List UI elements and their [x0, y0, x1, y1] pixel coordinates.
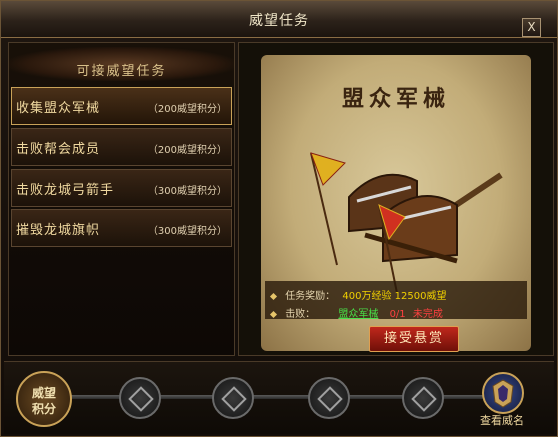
- task-item-defeat-archers[interactable]: 击败龙城弓箭手 （300威望积分）: [11, 169, 232, 207]
- window-title: 威望任务: [249, 13, 309, 29]
- task-points: （300威望积分）: [147, 186, 227, 197]
- defeat-target-link[interactable]: 盟众军械: [338, 309, 378, 320]
- task-name: 摧毁龙城旗帜: [16, 223, 101, 238]
- task-item-destroy-banner[interactable]: 摧毁龙城旗帜 （300威望积分）: [11, 209, 232, 247]
- slot-emblem-icon: [411, 386, 437, 412]
- bottom-bar: 威望 积分 查看威名: [4, 361, 554, 434]
- reward-slot-1[interactable]: [119, 377, 161, 419]
- reward-slot-3[interactable]: [308, 377, 350, 419]
- reward-value: 400万经验 12500威望: [342, 291, 447, 302]
- war-chest-icon: [310, 152, 503, 294]
- reputation-label-bottom: 积分: [31, 402, 56, 416]
- parchment-scroll: 盟众军械 任务奖励： 400万经验 12500威望 击败： 盟众军械 0/1 未…: [261, 55, 531, 352]
- task-name: 收集盟众军械: [16, 101, 101, 116]
- task-name: 击败龙城弓箭手: [16, 183, 115, 198]
- reward-slot-4[interactable]: [402, 377, 444, 419]
- defeat-label: 击败：: [285, 309, 316, 320]
- defeat-row: 击败： 盟众军械 0/1 未完成: [269, 305, 443, 320]
- slot-emblem-icon: [128, 386, 154, 412]
- view-rank-button[interactable]: [482, 372, 524, 414]
- task-points: （200威望积分）: [147, 104, 227, 115]
- task-info-strip: 任务奖励： 400万经验 12500威望 击败： 盟众军械 0/1 未完成: [265, 281, 527, 320]
- task-list-header: 可接威望任务: [9, 47, 234, 81]
- reputation-label-top: 威望: [31, 386, 56, 400]
- task-points: （300威望积分）: [147, 226, 227, 237]
- task-detail-panel: 盟众军械 任务奖励： 400万经验 12500威望 击败： 盟众军械 0/1 未…: [238, 42, 554, 356]
- task-item-collect-arms[interactable]: 收集盟众军械 （200威望积分）: [11, 87, 232, 125]
- view-rank-label[interactable]: 查看威名: [468, 412, 536, 428]
- title-bar[interactable]: 威望任务 X: [1, 1, 557, 38]
- crest-icon: [492, 379, 514, 408]
- reward-label: 任务奖励：: [285, 291, 336, 302]
- prestige-task-window: 威望任务 X 可接威望任务 收集盟众军械 （200威望积分） 击败帮会成员 （2…: [0, 0, 558, 437]
- defeat-progress: 0/1: [389, 309, 406, 320]
- bullet-icon: [269, 310, 278, 318]
- slot-emblem-icon: [317, 386, 343, 412]
- task-list-panel: 可接威望任务 收集盟众军械 （200威望积分） 击败帮会成员 （200威望积分）…: [8, 42, 235, 356]
- task-list-header-text: 可接威望任务: [76, 64, 167, 79]
- defeat-status: 未完成: [412, 309, 443, 320]
- close-button[interactable]: X: [522, 18, 541, 37]
- reward-slot-2[interactable]: [212, 377, 254, 419]
- slot-emblem-icon: [221, 386, 247, 412]
- bullet-icon: [269, 292, 278, 300]
- reputation-points-button[interactable]: 威望 积分: [16, 371, 72, 427]
- task-points: （200威望积分）: [147, 145, 227, 156]
- accept-task-button[interactable]: 接受悬赏: [369, 326, 459, 352]
- task-item-defeat-guild[interactable]: 击败帮会成员 （200威望积分）: [11, 128, 232, 166]
- task-name: 击败帮会成员: [16, 142, 101, 157]
- reward-row: 任务奖励： 400万经验 12500威望: [269, 287, 447, 302]
